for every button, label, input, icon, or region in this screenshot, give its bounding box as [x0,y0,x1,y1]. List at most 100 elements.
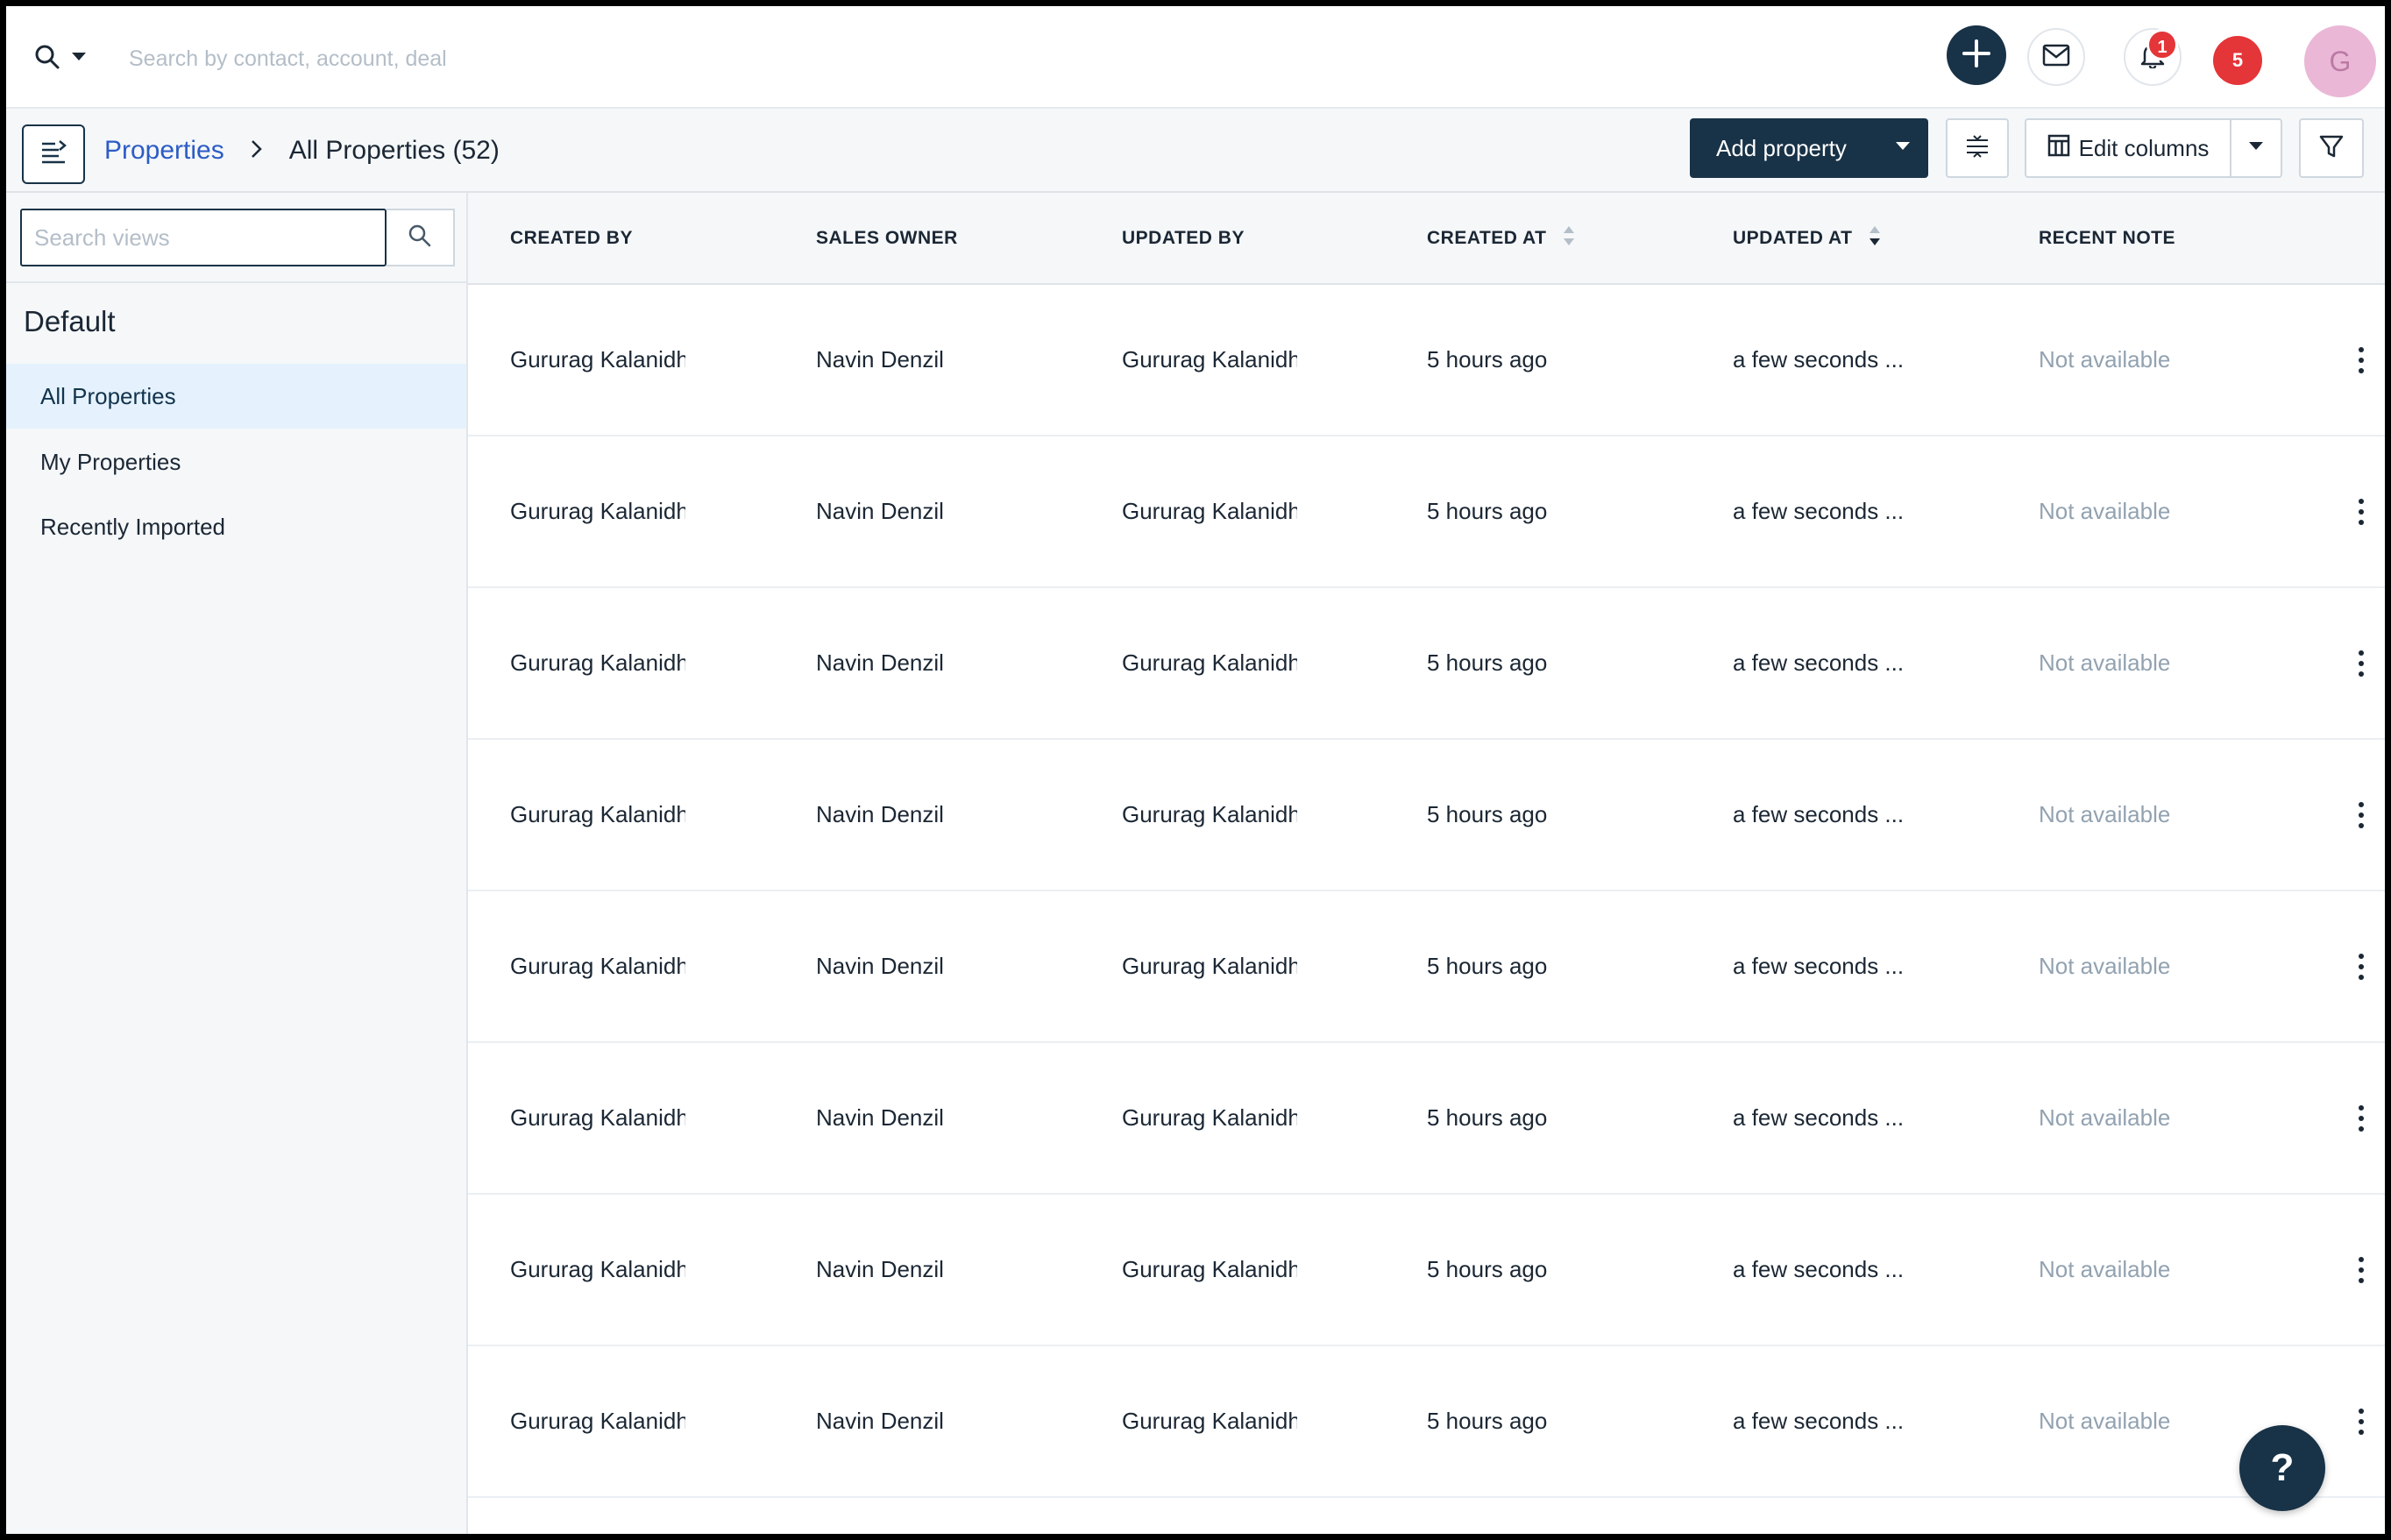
breadcrumb: Properties All Properties (52) [104,109,500,193]
cell-updated-by: Gururag Kalanidh [1122,588,1297,738]
cell-sales-owner: Navin Denzil [816,1346,1096,1496]
edit-columns-dropdown[interactable] [2230,118,2282,178]
row-actions-kebab-icon[interactable] [2344,642,2379,685]
table-header: CREATED BY SALES OWNER UPDATED BY CREATE… [468,193,2385,285]
user-avatar[interactable]: G [2304,25,2376,97]
mail-icon [2042,44,2070,71]
kebab-dot [2359,1278,2364,1283]
filter-button[interactable] [2299,118,2364,178]
views-sidebar-toggle[interactable] [22,124,85,184]
kebab-dot [2359,1430,2364,1435]
table-row[interactable]: Gururag KalanidhNavin DenzilGururag Kala… [468,588,2385,740]
row-actions-kebab-icon[interactable] [2344,1400,2379,1444]
chevron-down-icon [1895,140,1911,156]
kebab-dot [2359,823,2364,828]
edit-columns-button[interactable]: Edit columns [2025,118,2230,178]
cell-recent-note: Not available [2039,436,2302,586]
cell-recent-note: Not available [2039,588,2302,738]
alerts-count-button[interactable]: 5 [2213,36,2262,85]
sort-descending-icon [1868,224,1882,253]
cell-updated-at: a few seconds ... [1733,740,1908,890]
cell-updated-by: Gururag Kalanidh [1122,1043,1297,1193]
cell-created-by: Gururag Kalanidh [510,891,685,1041]
cell-recent-note: Not available [2039,740,2302,890]
cell-created-at: 5 hours ago [1427,891,1707,1041]
table-row[interactable]: Gururag KalanidhNavin DenzilGururag Kala… [468,285,2385,436]
sort-icon [1562,224,1576,253]
cell-recent-note: Not available [2039,891,2302,1041]
kebab-dot [2359,964,2364,969]
help-button[interactable]: ? [2239,1425,2325,1511]
cell-updated-at: a few seconds ... [1733,1195,1908,1345]
columns-icon [2047,134,2070,163]
kebab-dot [2359,954,2364,959]
properties-table: CREATED BY SALES OWNER UPDATED BY CREATE… [468,193,2385,1534]
divider [6,281,466,283]
search-icon [34,44,60,75]
view-item-recently-imported[interactable]: Recently Imported [6,494,466,559]
views-search-input[interactable] [20,209,387,266]
column-header-recent-note[interactable]: RECENT NOTE [2039,193,2175,283]
cell-created-at: 5 hours ago [1427,285,1707,435]
cell-recent-note: Not available [2039,1043,2302,1193]
table-row[interactable]: Gururag KalanidhNavin DenzilGururag Kala… [468,436,2385,588]
table-row[interactable]: Gururag KalanidhNavin DenzilGururag Kala… [468,891,2385,1043]
cell-created-by: Gururag Kalanidh [510,436,685,586]
kebab-dot [2359,1257,2364,1262]
row-actions-kebab-icon[interactable] [2344,945,2379,989]
row-actions-kebab-icon[interactable] [2344,1248,2379,1292]
kebab-dot [2359,368,2364,373]
column-header-label: RECENT NOTE [2039,228,2175,249]
mail-button[interactable] [2027,28,2085,86]
list-header: Properties All Properties (52) Add prope… [6,109,2385,193]
views-search-button[interactable] [387,209,455,266]
column-header-sales-owner[interactable]: SALES OWNER [816,193,958,283]
row-actions-kebab-icon[interactable] [2344,490,2379,534]
adjust-sliders-icon [1963,132,1991,165]
table-row[interactable]: Gururag KalanidhNavin DenzilGururag Kala… [468,1346,2385,1498]
cell-updated-by: Gururag Kalanidh [1122,1195,1297,1345]
column-header-label: UPDATED BY [1122,228,1245,249]
kebab-dot [2359,975,2364,980]
quick-create-button[interactable] [1947,25,2006,85]
column-header-created-by[interactable]: CREATED BY [510,193,633,283]
row-actions-kebab-icon[interactable] [2344,338,2379,382]
kebab-dot [2359,509,2364,515]
views-sidebar: Default All Properties My Properties Rec… [6,193,468,1534]
kebab-dot [2359,1126,2364,1132]
column-header-label: CREATED AT [1427,228,1546,249]
column-header-updated-by[interactable]: UPDATED BY [1122,193,1245,283]
kebab-dot [2359,1419,2364,1424]
view-item-my-properties[interactable]: My Properties [6,429,466,494]
kebab-dot [2359,1116,2364,1121]
add-property-dropdown[interactable] [1877,118,1928,178]
table-row[interactable]: Gururag KalanidhNavin DenzilGururag Kala… [468,1195,2385,1346]
add-property-button[interactable]: Add property [1690,118,1928,178]
view-item-all-properties[interactable]: All Properties [6,364,466,429]
table-row[interactable]: Gururag KalanidhNavin DenzilGururag Kala… [468,740,2385,891]
table-row[interactable]: Gururag KalanidhNavin DenzilGururag Kala… [468,1043,2385,1195]
row-actions-kebab-icon[interactable] [2344,1096,2379,1140]
plus-icon [1962,39,1991,73]
global-search-input[interactable] [129,32,1005,85]
row-actions-kebab-icon[interactable] [2344,793,2379,837]
column-header-created-at[interactable]: CREATED AT [1427,193,1576,283]
kebab-dot [2359,499,2364,504]
view-item-label: All Properties [40,383,176,410]
cell-created-by: Gururag Kalanidh [510,285,685,435]
cell-created-at: 5 hours ago [1427,740,1707,890]
global-search-scope-dropdown[interactable] [34,41,113,76]
column-header-updated-at[interactable]: UPDATED AT [1733,193,1882,283]
cell-updated-at: a few seconds ... [1733,891,1908,1041]
cell-sales-owner: Navin Denzil [816,1043,1096,1193]
kebab-dot [2359,1105,2364,1111]
app-window: 1 5 G Properties All Properties (52) Add… [6,6,2385,1534]
kebab-dot [2359,650,2364,656]
chevron-down-icon [2248,140,2264,156]
breadcrumb-properties-link[interactable]: Properties [104,136,224,166]
cell-sales-owner: Navin Denzil [816,436,1096,586]
sort-settings-button[interactable] [1946,118,2009,178]
chevron-right-icon [251,136,263,166]
cell-created-at: 5 hours ago [1427,588,1707,738]
global-topbar: 1 5 G [6,6,2385,109]
